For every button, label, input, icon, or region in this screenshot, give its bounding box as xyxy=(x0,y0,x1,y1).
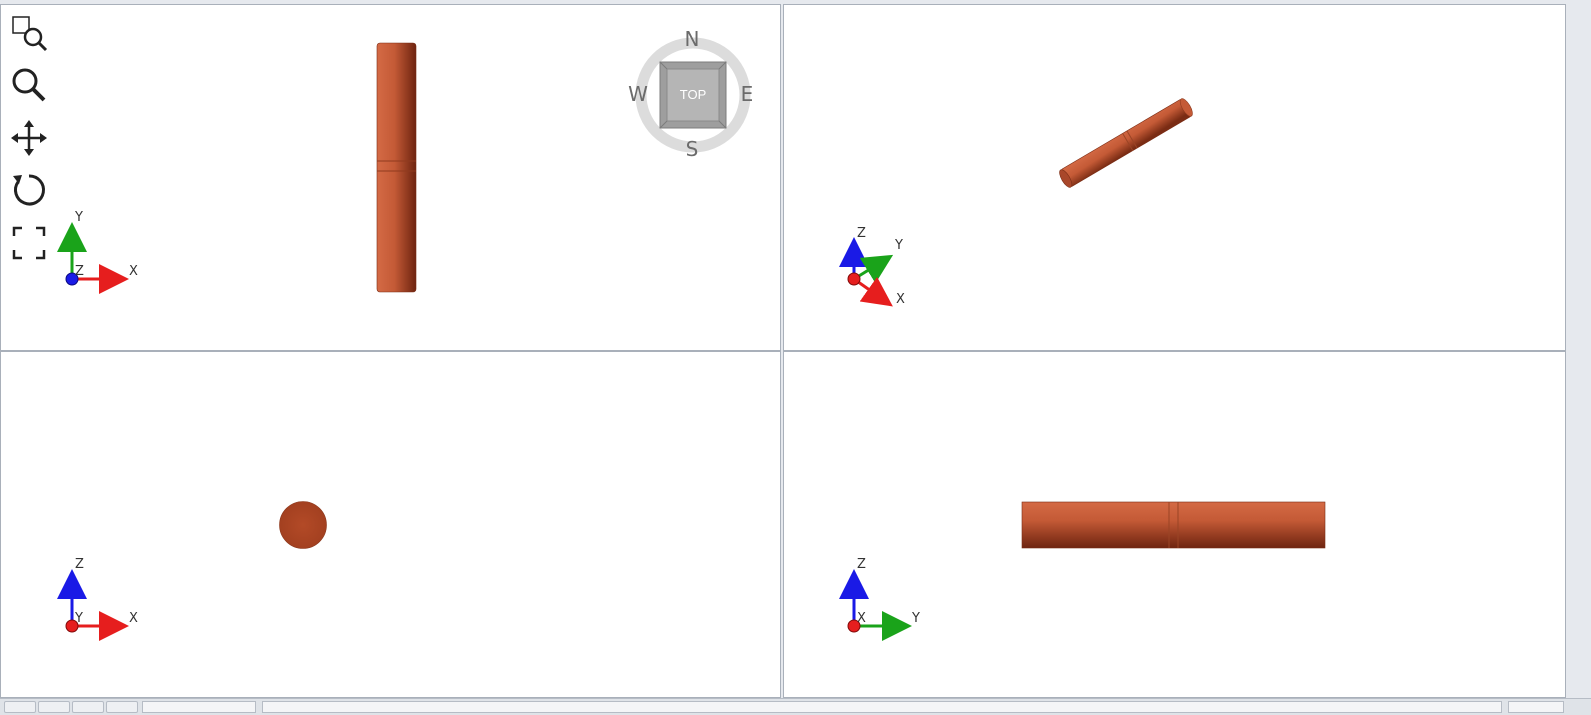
rotate-icon[interactable] xyxy=(9,170,49,210)
axis-triad-side: Y Z X xyxy=(839,557,920,641)
axis-label-y: Y xyxy=(74,611,83,626)
status-tab[interactable] xyxy=(72,701,104,713)
axis-triad-top: X Y Z xyxy=(57,210,138,294)
axis-label-y: Y xyxy=(911,611,920,626)
zoom-icon[interactable] xyxy=(9,65,49,105)
status-tab[interactable] xyxy=(106,701,138,713)
cylinder-part[interactable] xyxy=(279,501,327,549)
status-field xyxy=(1508,701,1564,713)
view-compass[interactable]: TOP N S E W xyxy=(628,27,753,161)
status-tab[interactable] xyxy=(38,701,70,713)
view-cube-face-top[interactable]: TOP xyxy=(680,87,707,102)
viewport-front-canvas[interactable]: X Z Y xyxy=(1,352,781,698)
viewport-top-canvas[interactable]: X Y Z TOP N S E W xyxy=(1,5,781,351)
status-tab[interactable] xyxy=(4,701,36,713)
cylinder-part[interactable] xyxy=(376,42,417,293)
axis-label-z: Z xyxy=(75,264,84,279)
axis-label-x: X xyxy=(896,292,905,307)
compass-west[interactable]: W xyxy=(628,82,648,106)
compass-east[interactable]: E xyxy=(741,82,754,106)
viewport-front[interactable]: X Z Y xyxy=(0,351,781,698)
axis-label-z: Z xyxy=(857,226,866,241)
axis-label-y: Y xyxy=(74,210,83,225)
viewport-side-canvas[interactable]: Y Z X xyxy=(784,352,1566,698)
pan-icon[interactable] xyxy=(9,118,49,158)
axis-triad-iso: Z Y X xyxy=(839,226,905,307)
zoom-box-icon[interactable] xyxy=(9,13,49,53)
fit-icon[interactable] xyxy=(9,223,49,263)
axis-triad-front: X Z Y xyxy=(57,557,138,641)
status-field xyxy=(142,701,256,713)
viewport-isometric[interactable]: Z Y X xyxy=(783,4,1566,351)
right-edge-strip xyxy=(1567,4,1591,698)
axis-label-z: Z xyxy=(857,557,866,572)
axis-label-x: X xyxy=(129,264,138,279)
axis-label-x: X xyxy=(857,611,866,626)
axis-label-z: Z xyxy=(75,557,84,572)
viewport-top[interactable]: X Y Z TOP N S E W xyxy=(0,4,781,351)
cylinder-part[interactable] xyxy=(1057,97,1195,189)
status-field xyxy=(262,701,1502,713)
compass-north[interactable]: N xyxy=(685,27,700,51)
axis-label-y: Y xyxy=(894,238,903,253)
viewport-isometric-canvas[interactable]: Z Y X xyxy=(784,5,1566,351)
axis-label-x: X xyxy=(129,611,138,626)
status-bar xyxy=(0,698,1591,715)
cylinder-part[interactable] xyxy=(1021,501,1326,549)
compass-south[interactable]: S xyxy=(686,137,699,161)
viewport-side[interactable]: Y Z X xyxy=(783,351,1566,698)
